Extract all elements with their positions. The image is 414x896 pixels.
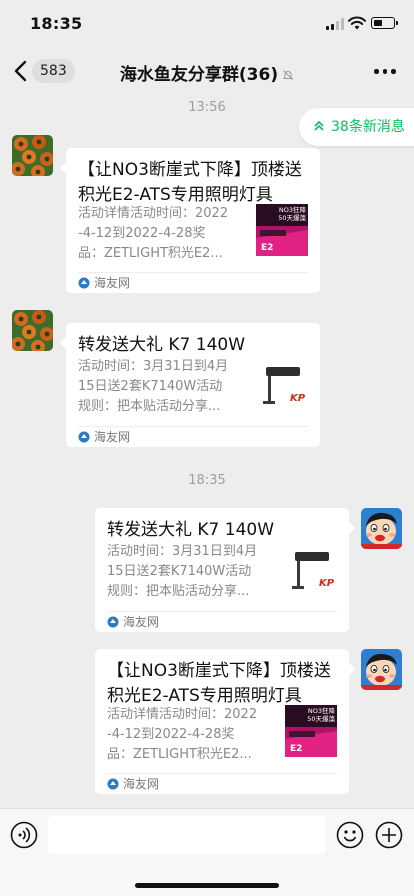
source-logo-icon (107, 778, 119, 790)
my-avatar[interactable] (361, 508, 402, 549)
card-description-line: 15日送2套K7140W活动 (107, 564, 252, 579)
cellular-signal-icon (326, 18, 344, 30)
add-attachment-icon[interactable] (375, 821, 403, 849)
card-divider (78, 272, 308, 273)
card-description-line: 活动详情活动时间：2022 (78, 206, 229, 221)
card-description: 活动详情活动时间：2022 -4-12到2022-4-28奖 品：ZETLIGH… (107, 705, 273, 765)
card-description-line: 规则：把本贴活动分享... (78, 399, 221, 414)
source-logo-icon (78, 277, 90, 289)
card-divider (107, 611, 337, 612)
status-bar: 18:35 (0, 0, 414, 48)
card-title: 转发送大礼 K7 140W (78, 335, 246, 355)
source-logo-icon (107, 616, 119, 628)
mute-bell-icon (282, 70, 294, 80)
link-card-message[interactable]: 转发送大礼 K7 140W 活动时间：3月31日到4月 15日送2套K7140W… (95, 508, 355, 632)
card-thumbnail: NO3狂降 50天爆藻 E2 (256, 204, 308, 256)
card-source-label: 海友网 (123, 615, 160, 629)
card-description-line: 品：ZETLIGHT积光E2... (78, 246, 223, 261)
card-title: 【让NO3断崖式下降】顶楼送积光E2-ATS专用照明灯具 (78, 160, 302, 205)
timestamp: 18:35 (188, 473, 226, 488)
card-title: 转发送大礼 K7 140W (107, 520, 275, 540)
thumb-subheadline: 50天爆藻 (278, 213, 306, 222)
card-description-line: 活动详情活动时间：2022 (107, 707, 258, 722)
card-description-line: 15日送2套K7140W活动 (78, 379, 223, 394)
card-source: 海友网 (78, 275, 130, 291)
card-description-line: 品：ZETLIGHT积光E2... (107, 747, 252, 762)
chat-header: 583 海水鱼友分享群(36) (0, 48, 414, 94)
card-thumbnail: KP (256, 359, 308, 411)
my-avatar[interactable] (361, 649, 402, 690)
more-options-icon[interactable] (374, 69, 396, 75)
card-description: 活动详情活动时间：2022 -4-12到2022-4-28奖 品：ZETLIGH… (78, 204, 244, 264)
card-source-label: 海友网 (94, 430, 131, 444)
sender-avatar[interactable] (12, 310, 53, 351)
link-card-message[interactable]: 【让NO3断崖式下降】顶楼送积光E2-ATS专用照明灯具 活动详情活动时间：20… (95, 649, 355, 794)
emoji-icon[interactable] (336, 821, 364, 849)
chat-title: 海水鱼友分享群(36) (0, 60, 414, 85)
message-input[interactable] (48, 816, 326, 854)
card-description-line: -4-12到2022-4-28奖 (107, 727, 235, 742)
double-chevron-up-icon (314, 120, 324, 131)
card-description-line: 规则：把本贴活动分享... (107, 584, 250, 599)
thumb-model: E2 (261, 243, 273, 253)
thumb-headline: NO3狂降 (279, 205, 307, 214)
card-description-line: -4-12到2022-4-28奖 (78, 226, 206, 241)
card-title: 【让NO3断崖式下降】顶楼送积光E2-ATS专用照明灯具 (107, 661, 331, 706)
thumb-brand: KP (319, 578, 335, 589)
card-source: 海友网 (78, 429, 130, 445)
card-source: 海友网 (107, 614, 159, 630)
card-description: 活动时间：3月31日到4月 15日送2套K7140W活动 规则：把本贴活动分享.… (107, 542, 273, 602)
card-description-line: 活动时间：3月31日到4月 (107, 544, 258, 559)
card-divider (107, 773, 337, 774)
card-description: 活动时间：3月31日到4月 15日送2套K7140W活动 规则：把本贴活动分享.… (78, 357, 244, 417)
voice-input-icon[interactable] (10, 821, 38, 849)
card-divider (78, 426, 308, 427)
card-thumbnail: NO3狂降 50天爆藻 E2 (285, 705, 337, 757)
thumb-model: E2 (290, 744, 302, 754)
card-source: 海友网 (107, 776, 159, 792)
sender-avatar[interactable] (12, 135, 53, 176)
chat-title-text: 海水鱼友分享群(36) (119, 65, 279, 85)
new-messages-label: 38条新消息 (331, 119, 405, 135)
card-source-label: 海友网 (123, 777, 160, 791)
thumb-subheadline: 50天爆藻 (307, 714, 335, 723)
wifi-icon (348, 16, 366, 30)
thumb-headline: NO3狂降 (308, 706, 336, 715)
new-messages-button[interactable]: 38条新消息 (299, 108, 414, 146)
link-card-message[interactable]: 【让NO3断崖式下降】顶楼送积光E2-ATS专用照明灯具 活动详情活动时间：20… (60, 148, 320, 293)
source-logo-icon (78, 431, 90, 443)
link-card-message[interactable]: 转发送大礼 K7 140W 活动时间：3月31日到4月 15日送2套K7140W… (60, 323, 320, 447)
home-indicator[interactable] (135, 883, 279, 888)
battery-icon (371, 17, 398, 29)
thumb-brand: KP (290, 393, 306, 404)
message-input-bar (0, 808, 414, 896)
card-description-line: 活动时间：3月31日到4月 (78, 359, 229, 374)
card-thumbnail: KP (285, 544, 337, 596)
card-source-label: 海友网 (94, 276, 131, 290)
status-time: 18:35 (30, 14, 83, 33)
